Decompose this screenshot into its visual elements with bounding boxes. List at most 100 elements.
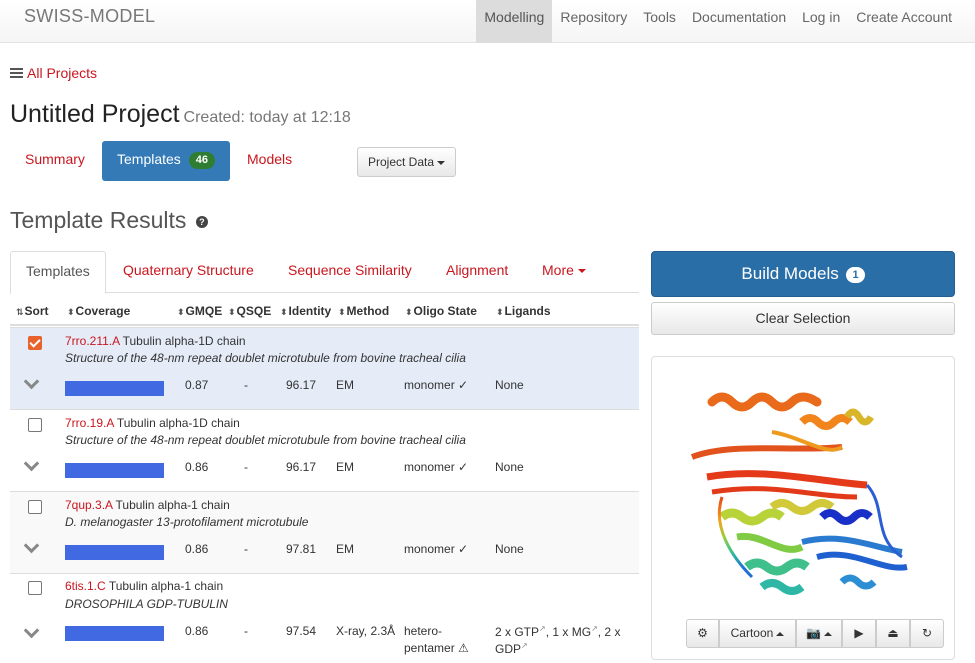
result-tabs: Templates Quaternary Structure Sequence … bbox=[10, 251, 639, 294]
chevron-down-icon[interactable] bbox=[23, 622, 40, 639]
nav-documentation[interactable]: Documentation bbox=[684, 0, 794, 43]
ligands-value-line2: GDP↗ bbox=[495, 641, 528, 656]
th-qsqe[interactable]: ⬍QSQE bbox=[228, 304, 271, 318]
template-name: Tubulin alpha-1 chain bbox=[115, 498, 230, 512]
qsqe-value: - bbox=[244, 624, 248, 638]
project-data-dropdown[interactable]: Project Data bbox=[357, 147, 456, 177]
template-title: 7qup.3.A Tubulin alpha-1 chain bbox=[65, 498, 230, 512]
tab-summary[interactable]: Summary bbox=[10, 141, 100, 181]
project-name: Untitled Project bbox=[10, 100, 180, 128]
table-row[interactable]: 7rro.19.A Tubulin alpha-1D chain Structu… bbox=[10, 409, 639, 491]
template-name: Tubulin alpha-1D chain bbox=[116, 416, 240, 430]
ligand-gdp-link[interactable]: GDP bbox=[495, 642, 521, 656]
chevron-down-icon[interactable] bbox=[23, 373, 40, 390]
template-title: 7rro.19.A Tubulin alpha-1D chain bbox=[65, 416, 240, 430]
external-link-icon: ↗ bbox=[521, 641, 528, 650]
project-created: Created: today at 12:18 bbox=[183, 109, 351, 126]
table-row[interactable]: 7rro.211.A Tubulin alpha-1D chain Struct… bbox=[10, 327, 639, 409]
template-id-link[interactable]: 7rro.211.A bbox=[65, 334, 119, 348]
ligand-gtp-link[interactable]: 2 x GTP bbox=[495, 625, 539, 639]
external-link-icon: ↗ bbox=[539, 624, 546, 633]
tab-models[interactable]: Models bbox=[232, 141, 307, 181]
th-coverage[interactable]: ⬍Coverage bbox=[67, 304, 130, 318]
nav-create-account[interactable]: Create Account bbox=[848, 0, 975, 43]
qsqe-value: - bbox=[244, 542, 248, 556]
th-identity[interactable]: ⬍Identity bbox=[280, 304, 331, 318]
template-description: D. melanogaster 13-protofilament microtu… bbox=[65, 515, 309, 529]
brand-logo[interactable]: SWISS-MODEL bbox=[24, 6, 155, 27]
build-models-label: Build Models bbox=[741, 264, 839, 283]
external-link-icon: ↗ bbox=[591, 624, 598, 633]
select-checkbox[interactable] bbox=[28, 418, 42, 432]
method-value: EM bbox=[336, 542, 354, 556]
rtab-alignment[interactable]: Alignment bbox=[446, 251, 508, 293]
project-data-label: Project Data bbox=[367, 155, 435, 169]
build-models-button[interactable]: Build Models 1 bbox=[651, 251, 955, 297]
nav-repository[interactable]: Repository bbox=[552, 0, 635, 43]
caret-up-icon bbox=[823, 631, 832, 636]
sort-icon: ⬍ bbox=[67, 307, 75, 317]
nav-tools[interactable]: Tools bbox=[635, 0, 684, 43]
list-icon bbox=[10, 67, 23, 79]
nav-login[interactable]: Log in bbox=[794, 0, 848, 43]
eject-icon[interactable]: ⏏ bbox=[876, 619, 910, 648]
template-name: Tubulin alpha-1 chain bbox=[108, 579, 224, 593]
rtab-templates[interactable]: Templates bbox=[10, 251, 106, 294]
all-projects-link[interactable]: All Projects bbox=[10, 65, 97, 81]
th-oligo[interactable]: ⬍Oligo State bbox=[405, 304, 477, 318]
th-gmqe[interactable]: ⬍GMQE bbox=[177, 304, 222, 318]
gmqe-value: 0.86 bbox=[185, 460, 209, 474]
th-qsqe-label: QSQE bbox=[236, 304, 272, 318]
identity-value: 97.81 bbox=[286, 542, 317, 556]
sort-icon: ⬍ bbox=[496, 307, 504, 317]
clear-selection-button[interactable]: Clear Selection bbox=[651, 302, 955, 335]
settings-gear-icon[interactable]: ⚙ bbox=[686, 619, 719, 648]
nav-modelling[interactable]: Modelling bbox=[476, 0, 553, 43]
th-method[interactable]: ⬍Method bbox=[338, 304, 389, 318]
ligands-value: 2 x GTP↗, 1 x MG↗, 2 x bbox=[495, 624, 620, 639]
identity-value: 96.17 bbox=[286, 460, 317, 474]
gmqe-value: 0.87 bbox=[185, 378, 209, 392]
template-id-link[interactable]: 7rro.19.A bbox=[65, 416, 114, 430]
table-row[interactable]: 7qup.3.A Tubulin alpha-1 chain D. melano… bbox=[10, 491, 639, 573]
rtab-similarity[interactable]: Sequence Similarity bbox=[288, 251, 412, 293]
th-gmqe-label: GMQE bbox=[185, 304, 223, 318]
play-icon[interactable]: ▶ bbox=[842, 619, 876, 648]
template-name: Tubulin alpha-1D chain bbox=[122, 334, 246, 348]
ligand-mg-link[interactable]: , 1 x MG bbox=[546, 625, 591, 639]
question-circle-icon[interactable]: ? bbox=[195, 215, 208, 228]
ligands-value: None bbox=[495, 542, 524, 556]
template-title: 7rro.211.A Tubulin alpha-1D chain bbox=[65, 334, 246, 348]
qsqe-value: - bbox=[244, 378, 248, 392]
rtab-quaternary[interactable]: Quaternary Structure bbox=[123, 251, 254, 293]
coverage-bar bbox=[65, 626, 164, 641]
template-id-link[interactable]: 6tis.1.C bbox=[65, 579, 106, 593]
camera-icon[interactable]: 📷 bbox=[796, 619, 842, 648]
sort-icon: ⬍ bbox=[405, 307, 413, 317]
chevron-down-icon[interactable] bbox=[23, 537, 40, 554]
templates-count-badge: 46 bbox=[188, 151, 215, 169]
chevron-down-icon[interactable] bbox=[23, 455, 40, 472]
caret-up-icon bbox=[776, 631, 785, 636]
refresh-icon[interactable]: ↻ bbox=[910, 619, 944, 648]
select-checkbox[interactable] bbox=[28, 336, 42, 350]
tab-templates[interactable]: Templates 46 bbox=[102, 141, 230, 181]
select-checkbox[interactable] bbox=[28, 581, 42, 595]
oligo-value-line2: pentamer ⚠ bbox=[404, 641, 469, 655]
ligands-value: None bbox=[495, 378, 524, 392]
table-row[interactable]: 6tis.1.C Tubulin alpha-1 chain DROSOPHIL… bbox=[10, 573, 639, 663]
select-checkbox[interactable] bbox=[28, 500, 42, 514]
template-id-link[interactable]: 7qup.3.A bbox=[65, 498, 112, 512]
table-header: ⇅Sort ⬍Coverage ⬍GMQE ⬍QSQE ⬍Identity ⬍M… bbox=[10, 296, 639, 326]
rtab-more[interactable]: More bbox=[542, 251, 586, 293]
structure-viewer[interactable] bbox=[651, 356, 955, 660]
qsqe-value: - bbox=[244, 460, 248, 474]
th-ligands[interactable]: ⬍Ligands bbox=[496, 304, 551, 318]
th-sort[interactable]: ⇅Sort bbox=[16, 304, 49, 318]
ligand-sep: , 2 x bbox=[597, 625, 621, 639]
oligo-value-line1: hetero- bbox=[404, 624, 443, 638]
identity-value: 97.54 bbox=[286, 624, 317, 638]
template-description: Structure of the 48-nm repeat doublet mi… bbox=[65, 351, 466, 365]
section-title-text: Template Results bbox=[10, 207, 187, 233]
style-dropdown[interactable]: Cartoon bbox=[719, 619, 796, 648]
